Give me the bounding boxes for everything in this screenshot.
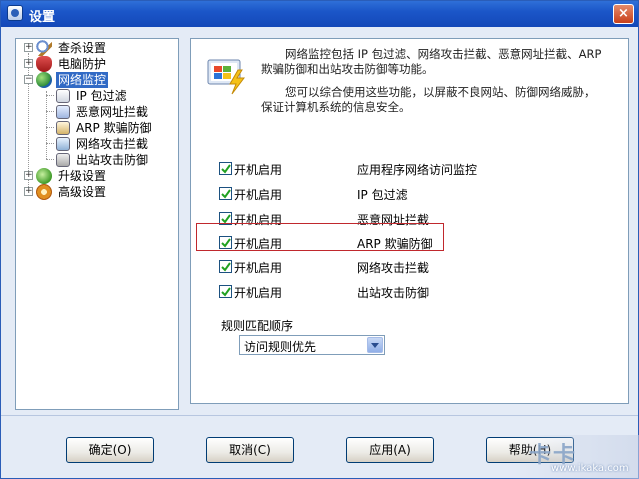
description-text: 网络监控包括 IP 包过滤、网络攻击拦截、恶意网址拦截、ARP [285, 47, 602, 61]
tree-item-label: 出站攻击防御 [76, 153, 149, 167]
tree-item-malicious-url[interactable]: 恶意网址拦截 [16, 104, 176, 120]
startup-enable-label: 开机启用 [234, 261, 283, 275]
cancel-button[interactable]: 取消(C) [206, 437, 294, 463]
expand-plus-icon[interactable]: + [24, 59, 33, 68]
highlight-annotation-box [196, 223, 444, 251]
option-row-attack-block: 开机启用 网络攻击拦截 [219, 259, 519, 275]
rule-order-label: 规则匹配顺序 [221, 319, 294, 333]
checkmark-icon [221, 262, 231, 272]
description-line: 您可以综合使用这些功能，以屏蔽不良网站、防御网络威胁， 保证计算机系统的信息安全… [261, 85, 621, 115]
close-icon: × [618, 6, 629, 21]
watermark-url: www.ikaka.com [551, 463, 629, 474]
window-title: 设置 [29, 10, 56, 25]
tree-item-label: 查杀设置 [58, 41, 107, 55]
tree-item-network-monitor[interactable]: − 网络监控 [16, 72, 176, 88]
rule-order-dropdown[interactable]: 访问规则优先 [239, 335, 385, 355]
url-block-icon [56, 105, 70, 119]
startup-enable-checkbox[interactable] [219, 162, 232, 175]
tree-item-label: 升级设置 [58, 169, 107, 183]
tree-item-update-settings[interactable]: + 升级设置 [16, 168, 176, 184]
tree-item-label: 恶意网址拦截 [76, 105, 149, 119]
settings-window: 设置 × + 查杀设置 + 电脑防护 − 网络监控 IP 包过滤 恶意网址拦截 … [0, 0, 639, 479]
expand-plus-icon[interactable]: + [24, 171, 33, 180]
tree-item-ip-filter[interactable]: IP 包过滤 [16, 88, 176, 104]
arp-defense-icon [56, 121, 70, 135]
startup-enable-checkbox[interactable] [219, 187, 232, 200]
advanced-gear-icon [36, 184, 52, 200]
tree-item-label: 高级设置 [58, 185, 107, 199]
startup-enable-label: 开机启用 [234, 188, 283, 202]
tree-item-scan-settings[interactable]: + 查杀设置 [16, 40, 176, 56]
tree-item-label: 电脑防护 [58, 57, 107, 71]
tree-item-advanced-settings[interactable]: + 高级设置 [16, 184, 176, 200]
globe-network-icon [36, 72, 52, 88]
description-line: 网络监控包括 IP 包过滤、网络攻击拦截、恶意网址拦截、ARP 欺骗防御和出站攻… [261, 47, 621, 77]
app-shield-icon [7, 5, 23, 21]
settings-tree[interactable]: + 查杀设置 + 电脑防护 − 网络监控 IP 包过滤 恶意网址拦截 ARP 欺… [15, 38, 179, 410]
expand-plus-icon[interactable]: + [24, 187, 33, 196]
tree-item-label: IP 包过滤 [76, 89, 127, 103]
tree-item-label: 网络监控 [56, 72, 109, 88]
description-text: 您可以综合使用这些功能，以屏蔽不良网站、防御网络威胁， [285, 85, 596, 99]
title-bar[interactable]: 设置 × [1, 1, 638, 27]
chevron-down-icon[interactable] [367, 337, 383, 353]
windows-security-icon [207, 59, 245, 95]
startup-enable-label: 开机启用 [234, 163, 283, 177]
shield-icon [36, 56, 52, 72]
option-description: 网络攻击拦截 [357, 261, 430, 275]
network-monitor-panel: 网络监控包括 IP 包过滤、网络攻击拦截、恶意网址拦截、ARP 欺骗防御和出站攻… [190, 38, 629, 404]
startup-enable-label: 开机启用 [234, 286, 283, 300]
option-row-ip-filter: 开机启用 IP 包过滤 [219, 186, 519, 202]
apply-button[interactable]: 应用(A) [346, 437, 434, 463]
startup-enable-checkbox[interactable] [219, 260, 232, 273]
option-row-outbound-defense: 开机启用 出站攻击防御 [219, 284, 519, 300]
tree-item-pc-protection[interactable]: + 电脑防护 [16, 56, 176, 72]
ip-filter-icon [56, 89, 70, 103]
tree-item-outbound-defense[interactable]: 出站攻击防御 [16, 152, 176, 168]
outbound-defense-icon [56, 153, 70, 167]
rule-order-value: 访问规则优先 [244, 340, 317, 354]
tree-item-label: 网络攻击拦截 [76, 137, 149, 151]
collapse-minus-icon[interactable]: − [24, 75, 33, 84]
description-text: 保证计算机系统的信息安全。 [261, 100, 411, 114]
attack-block-icon [56, 137, 70, 151]
startup-enable-checkbox[interactable] [219, 285, 232, 298]
network-monitor-description: 网络监控包括 IP 包过滤、网络攻击拦截、恶意网址拦截、ARP 欺骗防御和出站攻… [261, 47, 621, 123]
option-row-app-access: 开机启用 应用程序网络访问监控 [219, 161, 519, 177]
footer-divider [1, 415, 638, 416]
option-description: 出站攻击防御 [357, 286, 430, 300]
tree-item-arp-defense[interactable]: ARP 欺骗防御 [16, 120, 176, 136]
option-description: 应用程序网络访问监控 [357, 163, 478, 177]
ok-button[interactable]: 确定(O) [66, 437, 154, 463]
checkmark-icon [221, 189, 231, 199]
magnifier-icon [36, 40, 52, 56]
update-icon [36, 168, 52, 184]
option-description: IP 包过滤 [357, 188, 408, 202]
checkmark-icon [221, 287, 231, 297]
close-button[interactable]: × [613, 4, 634, 24]
expand-plus-icon[interactable]: + [24, 43, 33, 52]
tree-item-attack-block[interactable]: 网络攻击拦截 [16, 136, 176, 152]
checkmark-icon [221, 164, 231, 174]
tree-item-label: ARP 欺骗防御 [76, 121, 152, 135]
description-text: 欺骗防御和出站攻击防御等功能。 [261, 62, 434, 76]
